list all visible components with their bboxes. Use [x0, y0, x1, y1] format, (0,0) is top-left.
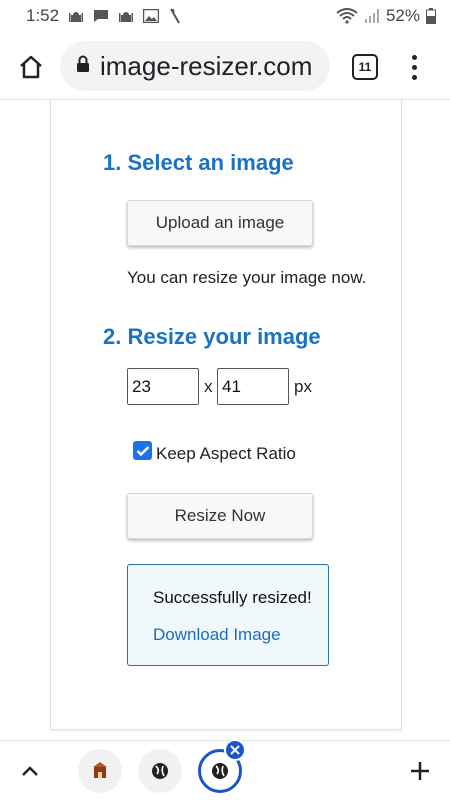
- clock-time: 1:52: [26, 6, 60, 25]
- mosque-icon: [69, 10, 84, 22]
- height-input[interactable]: 41: [217, 368, 289, 405]
- tab-thumbnail-1[interactable]: [78, 749, 122, 793]
- checkmark-icon: [136, 445, 149, 456]
- success-panel: Successfully resized! Download Image: [127, 564, 329, 666]
- status-bar: 1:52 52%: [0, 0, 450, 32]
- lock-icon[interactable]: [76, 55, 90, 78]
- close-icon: [230, 745, 240, 755]
- globe-icon: [152, 763, 168, 779]
- plus-icon: [411, 762, 429, 780]
- upload-note: You can resize your image now.: [127, 268, 367, 287]
- overflow-menu-button[interactable]: [405, 50, 423, 84]
- url-text[interactable]: image-resizer.com: [100, 51, 312, 82]
- home-icon: [20, 55, 42, 79]
- upload-image-button[interactable]: Upload an image: [127, 200, 313, 246]
- section1-title: 1. Select an image: [103, 150, 294, 175]
- globe-icon: [212, 763, 228, 779]
- close-tab-button[interactable]: [224, 739, 246, 761]
- expand-tabs-button[interactable]: [18, 759, 42, 783]
- menu-dot-icon: [411, 54, 417, 60]
- mosque-icon: [119, 10, 134, 22]
- chevron-up-icon: [22, 766, 38, 776]
- unit-label: px: [294, 377, 312, 396]
- download-image-link[interactable]: Download Image: [153, 625, 281, 645]
- battery-percent: 52%: [385, 6, 420, 25]
- site-favicon-icon: [93, 762, 107, 778]
- bottom-tab-strip: [0, 739, 450, 800]
- home-button[interactable]: [14, 50, 48, 84]
- chat-icon: [93, 9, 109, 23]
- address-bar[interactable]: image-resizer.com: [60, 41, 330, 91]
- tab-thumbnail-2[interactable]: [138, 749, 182, 793]
- times-sign: x: [204, 377, 213, 396]
- keep-aspect-label[interactable]: Keep Aspect Ratio: [156, 444, 296, 464]
- new-tab-button[interactable]: [406, 757, 434, 785]
- success-message: Successfully resized!: [153, 588, 312, 607]
- keep-aspect-checkbox[interactable]: [133, 441, 152, 460]
- image-icon: [143, 9, 160, 23]
- section2-title: 2. Resize your image: [103, 324, 321, 349]
- width-input[interactable]: 23: [127, 368, 199, 405]
- resize-now-button[interactable]: Resize Now: [127, 493, 313, 539]
- stylus-icon: [169, 8, 181, 24]
- wifi-icon: [336, 8, 358, 24]
- menu-dot-icon: [411, 64, 417, 70]
- menu-dot-icon: [411, 74, 417, 80]
- browser-toolbar: image-resizer.com 11: [0, 32, 450, 100]
- resizer-card: 1. Select an image Upload an image You c…: [50, 100, 402, 730]
- tab-switcher-button[interactable]: 11: [352, 54, 378, 80]
- battery-icon: [426, 8, 436, 24]
- signal-icon: [364, 8, 380, 24]
